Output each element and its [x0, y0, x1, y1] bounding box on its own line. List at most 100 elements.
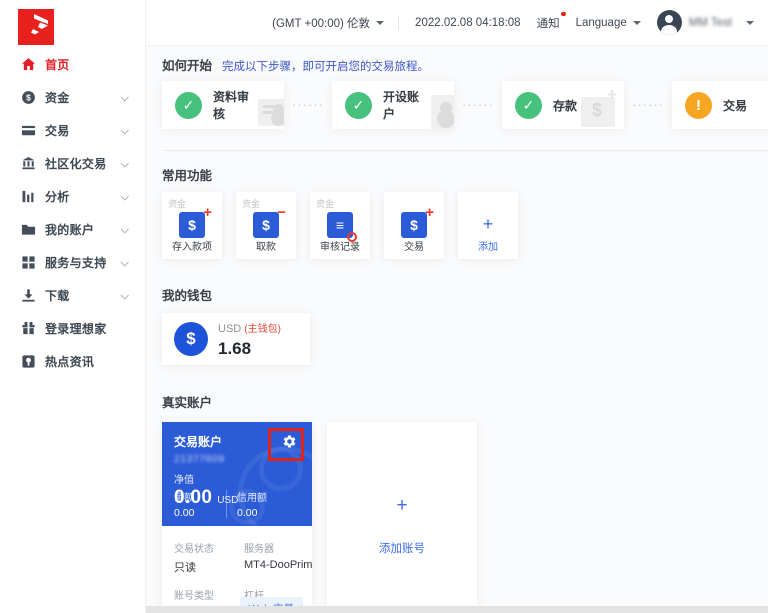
language-selector[interactable]: Language [576, 17, 641, 29]
avatar [656, 10, 682, 35]
plus-badge-icon: + [425, 204, 434, 221]
chevron-down-icon [632, 20, 641, 25]
account-card-actions: ••• Web 交易 [174, 597, 303, 606]
exclamation-icon: ! [685, 91, 712, 119]
sidebar-item-my-account[interactable]: 我的账户 [0, 213, 145, 246]
quick-card-withdraw[interactable]: 资金 $ − 取款 [236, 192, 296, 259]
sidebar-item-label: 交易 [45, 124, 70, 138]
topbar: (GMT +00:00) 伦敦 2022.02.08 04:18:08 通知 L… [145, 0, 768, 46]
chevron-down-icon [120, 290, 129, 300]
accounts-row: 交易账户 21377609 净值 0.00 USD 余额 0.00 信用额 0.… [162, 422, 768, 606]
quick-card-add[interactable]: + 添加 [458, 192, 518, 259]
sidebar-item-funds[interactable]: $ 资金 [0, 81, 145, 114]
home-icon [21, 57, 36, 72]
chevron-down-icon [120, 191, 129, 201]
brand-logo-icon [18, 9, 54, 45]
wallet-title: 我的钱包 [162, 289, 213, 303]
withdraw-icon: $ − [253, 204, 286, 238]
sidebar-item-hot-news[interactable]: 热点资讯 [0, 345, 145, 378]
id-card-icon [257, 98, 284, 126]
add-account-card[interactable]: + 添加账号 [327, 422, 477, 606]
sidebar-item-label: 社区化交易 [45, 157, 107, 171]
quick-functions-row: 资金 $ + 存入款项 资金 $ − 取款 资金 ≡ 审核记录 $ + 交易 + 添加 [162, 192, 768, 259]
quick-card-label: 取款 [256, 242, 276, 253]
chevron-down-icon [120, 224, 129, 234]
step-card-kyc[interactable]: ✓ 资料审核 [162, 81, 284, 129]
bank-icon [21, 156, 36, 171]
step-card-open-account[interactable]: ✓ 开设账户 [332, 81, 454, 129]
credit-value: 0.00 [237, 507, 258, 519]
step-card-trade[interactable]: ! 交易 [672, 81, 768, 129]
balance-block: 余额 0.00 [174, 489, 226, 519]
account-settings-gear-icon[interactable] [282, 434, 297, 449]
quick-card-label: 交易 [404, 242, 424, 253]
records-icon: ≡ [327, 212, 357, 242]
section-divider [163, 150, 768, 151]
bottom-scroll-strip[interactable] [145, 606, 768, 613]
datetime: 2022.02.08 04:18:08 [415, 17, 521, 29]
deposit-icon: $ + [179, 204, 212, 238]
sidebar-item-label: 我的账户 [45, 223, 95, 237]
sidebar-item-label: 服务与支持 [45, 256, 107, 270]
step-label: 存款 [553, 98, 578, 113]
chevron-down-icon [120, 92, 129, 102]
step-label: 资料审核 [213, 90, 250, 121]
sidebar-item-download[interactable]: 下载 [0, 279, 145, 312]
wallet-amount: 1.68 [218, 339, 252, 358]
download-icon [21, 288, 36, 303]
svg-text:$: $ [26, 93, 31, 103]
web-trade-button[interactable]: Web 交易 [239, 597, 303, 606]
server-label: 服务器 [244, 544, 274, 555]
divider [398, 15, 400, 30]
sidebar-item-trade[interactable]: 交易 [0, 114, 145, 147]
quick-card-tag: 资金 [168, 199, 187, 209]
real-accounts-title: 真实账户 [162, 396, 213, 410]
deposit-money-icon [581, 85, 617, 127]
main-content: 如何开始 完成以下步骤，即可开启您的交易旅程。 ✓ 资料审核 ······ ✓ … [146, 46, 768, 606]
plus-badge-icon: + [203, 204, 212, 221]
sidebar-item-services[interactable]: 服务与支持 [0, 246, 145, 279]
quick-card-label: 添加 [478, 242, 498, 253]
quick-card-audit-records[interactable]: 资金 ≡ 审核记录 [310, 192, 370, 259]
howto-subtitle: 完成以下步骤，即可开启您的交易旅程。 [222, 61, 430, 73]
sidebar-item-label: 资金 [45, 91, 70, 105]
folder-icon [21, 222, 36, 237]
plus-icon: + [396, 495, 408, 516]
sidebar: 首页 $ 资金 交易 社区化交易 分析 我的账户 服务与支持 下载 登录理想家 … [0, 0, 146, 613]
sidebar-item-home[interactable]: 首页 [0, 48, 145, 81]
sidebar-item-analysis[interactable]: 分析 [0, 180, 145, 213]
user-menu[interactable]: MM Test [656, 10, 754, 35]
trade-status-label: 交易状态 [174, 544, 214, 555]
server-block: 服务器 MT4-DooPrim... [244, 540, 312, 575]
sidebar-item-ideal-home[interactable]: 登录理想家 [0, 312, 145, 345]
sidebar-item-community[interactable]: 社区化交易 [0, 147, 145, 180]
datetime-label: 2022.02.08 04:18:08 [415, 16, 521, 29]
step-card-deposit[interactable]: ✓ 存款 [502, 81, 624, 129]
sidebar-item-label: 下载 [45, 289, 70, 303]
check-icon: ✓ [175, 91, 202, 119]
username: MM Test [688, 16, 732, 29]
quick-card-trade[interactable]: $ + 交易 [384, 192, 444, 259]
detail-row: 交易状态 只读 服务器 MT4-DooPrim... [174, 540, 312, 575]
step-label: 交易 [723, 98, 748, 113]
timezone-selector[interactable]: (GMT +00:00) 伦敦 [272, 15, 385, 31]
notifications-button[interactable]: 通知 [537, 11, 566, 31]
quick-functions-title: 常用功能 [162, 169, 213, 183]
sidebar-item-label: 登录理想家 [45, 322, 107, 336]
usd-wallet-icon: $ [174, 322, 208, 356]
step-label: 开设账户 [383, 90, 420, 121]
wallet-main-tag: (主钱包) [244, 324, 281, 335]
bar-chart-icon [21, 189, 36, 204]
account-card-header: 交易账户 21377609 净值 0.00 USD 余额 0.00 信用额 0.… [162, 422, 312, 526]
trading-account-card: 交易账户 21377609 净值 0.00 USD 余额 0.00 信用额 0.… [162, 422, 312, 606]
quick-card-tag: 资金 [316, 199, 335, 209]
chevron-down-icon [746, 20, 754, 25]
document-person-icon [430, 95, 454, 129]
howto-title: 如何开始 [162, 59, 213, 73]
trade-status-block: 交易状态 只读 [174, 540, 244, 575]
card-icon [21, 123, 36, 138]
language-label: Language [575, 16, 627, 29]
timezone-label: (GMT +00:00) 伦敦 [272, 17, 371, 30]
quick-card-deposit[interactable]: 资金 $ + 存入款项 [162, 192, 222, 259]
wallet-currency: USD [218, 323, 242, 335]
